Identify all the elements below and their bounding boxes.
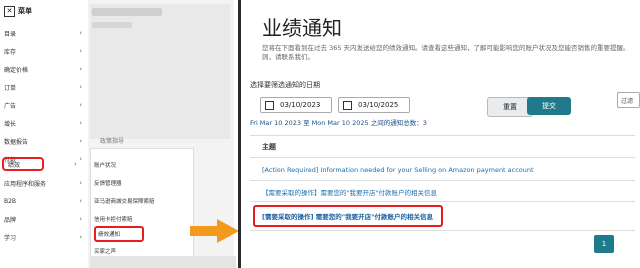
notification-count: Fri Mar 10 2023 至 Mon Mar 10 2025 之间的通知总… [250, 119, 427, 127]
submenu-item-account-health[interactable]: 账户状况 [94, 158, 189, 172]
chevron-right-icon: › [79, 65, 82, 73]
chevron-right-icon: › [79, 215, 82, 223]
date-filter-label: 选择要筛选通知的日期 [250, 81, 320, 89]
sidebar-item-label: 品牌 [4, 216, 17, 224]
notification-link[interactable]: 【需要采取的操作】需要您的"我要开店"付款账户的相关信息 [262, 187, 437, 197]
calendar-icon [343, 100, 352, 110]
sidebar-item-catalog[interactable]: 目录 › [0, 24, 84, 42]
notification-link[interactable]: [Action Required] Information needed for… [262, 166, 534, 174]
description-text-cont: 则，请联系我们。 [262, 53, 314, 61]
sidebar-item-pricing[interactable]: 确定价格 › [0, 60, 84, 78]
blurred-text [92, 8, 162, 16]
pagination-page[interactable]: 1 [594, 235, 614, 253]
chevron-right-icon: › [79, 83, 82, 91]
sidebar-item-reports[interactable]: 数据报告 › [0, 132, 84, 150]
divider [250, 180, 635, 181]
chevron-right-icon: › [79, 179, 82, 187]
submenu-item-chargeback[interactable]: 信用卡拒付索赔 [94, 212, 189, 226]
arrow-icon [190, 226, 218, 236]
chevron-right-icon: › [74, 160, 77, 168]
menu-label: 菜单 [18, 7, 32, 15]
sidebar-item-label: 增长 [4, 120, 17, 128]
description-text: 您将在下面看到在过去 365 天内发送给您的绩效通知。请查看这些通知，了解可能影… [262, 44, 630, 52]
sidebar-item-brand[interactable]: 品牌 › [0, 210, 84, 228]
submenu-item-performance-notifications[interactable]: 绩效通知 [94, 226, 144, 242]
sidebar-item-label: 绩效 [8, 161, 21, 169]
sidebar-item-label: 库存 [4, 48, 17, 56]
date-to-field[interactable]: 03/10/2025 [338, 97, 410, 113]
sidebar-item-label: 目录 [4, 30, 17, 38]
notification-link[interactable]: [需要采取的操作] 需要您的"我要开店"付款账户的相关信息 [262, 211, 433, 221]
chevron-right-icon: › [79, 197, 82, 205]
sidebar-item-apps[interactable]: 应用程序和服务 › [0, 174, 84, 192]
submenu-item-a-to-z[interactable]: 亚马逊商城交易保障索赔 [94, 194, 189, 208]
sidebar-item-b2b[interactable]: B2B › [0, 192, 84, 210]
sidebar-item-orders[interactable]: 订单 › [0, 78, 84, 96]
column-header-subject: 主题 [262, 143, 276, 151]
divider [250, 157, 635, 158]
submenu-item-feedback[interactable]: 反馈管理器 [94, 176, 189, 190]
sidebar-item-growth[interactable]: 增长 › [0, 114, 84, 132]
sidebar-item-inventory[interactable]: 库存 › [0, 42, 84, 60]
sidebar-item-label: 学习 [4, 234, 17, 242]
sidebar-item-label: 应用程序和服务 [4, 180, 47, 188]
sidebar-item-performance[interactable]: 绩效 [2, 157, 44, 171]
divider [250, 201, 635, 202]
divider [250, 135, 635, 136]
filter-input[interactable]: 过滤 [617, 92, 640, 108]
date-from-field[interactable]: 03/10/2023 [260, 97, 332, 113]
blurred-text [92, 22, 132, 28]
chevron-right-icon: › [79, 155, 82, 163]
sidebar-item-advertising[interactable]: 广告 › [0, 96, 84, 114]
blurred-panel [90, 256, 236, 268]
chevron-right-icon: › [79, 119, 82, 127]
chevron-right-icon: › [79, 29, 82, 37]
sidebar-item-label: 确定价格 [4, 66, 29, 74]
sidebar-item-label: 数据报告 [4, 138, 29, 146]
page-description: 您将在下面看到在过去 365 天内发送给您的绩效通知。请查看这些通知，了解可能影… [262, 44, 632, 62]
arrow-icon [217, 219, 239, 243]
chevron-right-icon: › [79, 101, 82, 109]
menu-header[interactable]: ✕ 菜单 [0, 0, 90, 22]
page-title: 业绩通知 [262, 16, 342, 40]
submenu-header: 政策指导 [100, 138, 125, 145]
submit-button[interactable]: 提交 [527, 97, 571, 115]
sidebar-item-label: 广告 [4, 102, 17, 110]
sidebar-item-learn[interactable]: 学习 › [0, 228, 84, 246]
chevron-right-icon: › [79, 233, 82, 241]
date-to-value: 03/10/2025 [358, 101, 399, 109]
chevron-right-icon: › [79, 47, 82, 55]
sidebar-item-label: 订单 [4, 84, 17, 92]
date-from-value: 03/10/2023 [280, 101, 321, 109]
calendar-icon [265, 100, 274, 110]
close-icon[interactable]: ✕ [4, 5, 15, 17]
divider [250, 230, 635, 231]
sidebar-item-label: B2B [4, 197, 17, 205]
chevron-right-icon: › [79, 137, 82, 145]
